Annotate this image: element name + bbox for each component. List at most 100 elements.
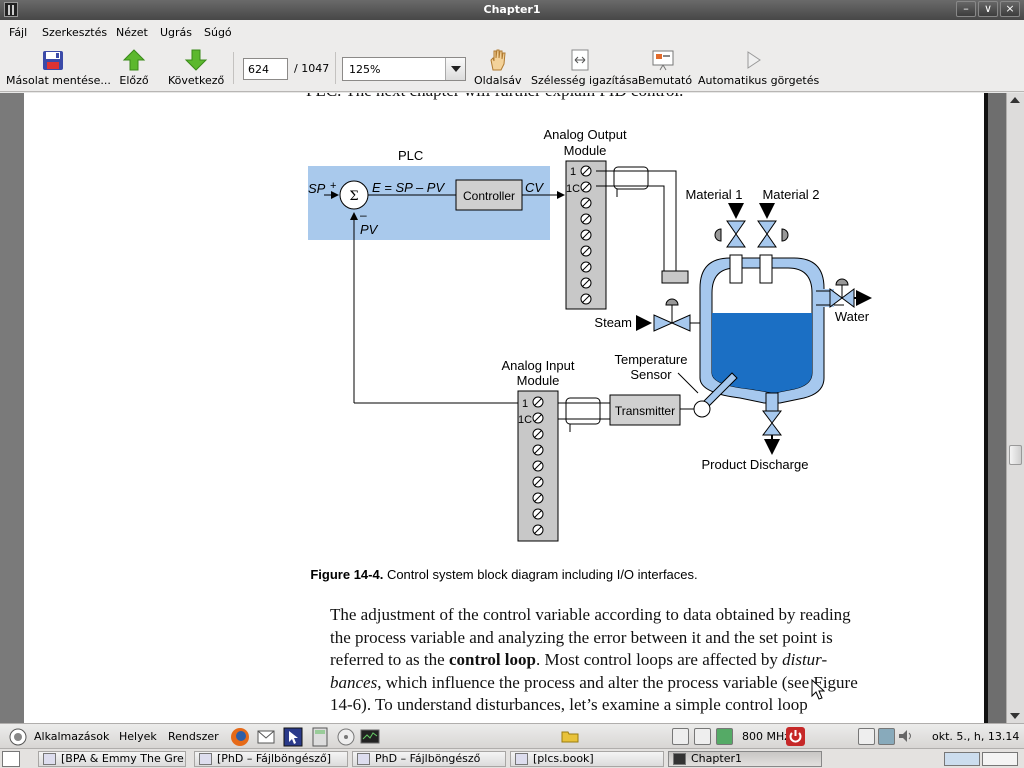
next-page-button[interactable]: Következő	[168, 48, 224, 87]
cv-label: CV	[525, 180, 544, 195]
italic-term: distur-	[782, 650, 828, 669]
save-icon	[43, 51, 63, 70]
italic-term: bances	[330, 673, 378, 692]
plus-sign: +	[330, 180, 336, 192]
transmitter-label: Transmitter	[615, 404, 675, 418]
paragraph-line-4: bances, which influence the process and …	[330, 672, 894, 695]
menu-file[interactable]: Fájl	[9, 26, 27, 39]
zoom-select[interactable]: 125%	[342, 57, 466, 81]
bold-term: control loop	[448, 650, 536, 669]
volume-icon[interactable]	[898, 729, 914, 743]
paragraph-line-1: The adjustment of the control variable a…	[330, 605, 851, 624]
window-titlebar[interactable]: Chapter1 – ∨ ×	[0, 0, 1024, 20]
system-monitor-icon[interactable]	[360, 727, 380, 747]
arrow-down-icon	[184, 49, 208, 71]
tray-icon[interactable]	[858, 728, 875, 745]
mouse-cursor-icon	[811, 679, 825, 700]
close-button[interactable]: ×	[1000, 1, 1020, 17]
fit-width-button[interactable]: Szélesség igazítása	[531, 48, 638, 87]
folder-icon[interactable]	[561, 729, 579, 743]
material-2-valve	[757, 220, 777, 248]
autoscroll-button[interactable]: Automatikus görgetés	[698, 48, 819, 87]
task-file-browser-2[interactable]: PhD – Fájlböngésző	[352, 751, 506, 767]
material-2-label: Material 2	[762, 187, 819, 202]
menubar: Fájl Szerkesztés Nézet Ugrás Súgó	[0, 20, 1024, 44]
previous-page-button[interactable]: Előző	[116, 48, 152, 87]
arrow-up-icon	[122, 49, 146, 71]
page-total: / 1047	[294, 62, 330, 75]
ai-module-label-2: Module	[517, 373, 560, 388]
minimize-button[interactable]: –	[956, 1, 976, 17]
paragraph-line-2: the process variable and analyzing the e…	[330, 628, 833, 647]
save-copy-label: Másolat mentése...	[6, 74, 111, 87]
page-gutter	[984, 93, 1006, 723]
toolbar-separator	[335, 52, 336, 84]
steam-label: Steam	[594, 315, 632, 330]
task-bpa[interactable]: [BPA & Emmy The Gre...	[38, 751, 186, 767]
apps-menu-icon[interactable]	[8, 727, 28, 747]
partial-text-line: PLC. The next chapter will further expla…	[306, 93, 766, 103]
network-icon[interactable]	[878, 728, 895, 745]
product-discharge-label: Product Discharge	[702, 457, 809, 472]
ao-module-label-1: Analog Output	[543, 127, 627, 142]
task-plcs-book[interactable]: [plcs.book]	[510, 751, 664, 767]
applications-menu[interactable]: Alkalmazások	[34, 730, 109, 743]
power-icon[interactable]	[786, 727, 805, 746]
disc-icon[interactable]	[336, 727, 356, 747]
temp-sensor-label-2: Sensor	[630, 367, 672, 382]
toolbar-separator	[233, 52, 234, 84]
workspace-2[interactable]	[982, 752, 1018, 766]
caption-text: Control system block diagram including I…	[383, 567, 698, 582]
menu-view[interactable]: Nézet	[116, 26, 148, 39]
calculator-icon[interactable]	[310, 727, 330, 747]
email-icon[interactable]	[256, 727, 276, 747]
scroll-up-icon[interactable]	[1010, 97, 1020, 103]
show-desktop-icon[interactable]	[2, 751, 20, 767]
document-viewer-icon	[673, 753, 686, 765]
places-menu[interactable]: Helyek	[119, 730, 157, 743]
vertical-scrollbar[interactable]	[1006, 93, 1024, 723]
task-file-browser-1[interactable]: [PhD – Fájlböngésző]	[194, 751, 348, 767]
menu-edit[interactable]: Szerkesztés	[42, 26, 107, 39]
clock[interactable]: okt. 5., h, 13.14	[932, 730, 1019, 743]
chevron-down-icon[interactable]	[445, 58, 465, 80]
control-diagram: PLC SP + Σ – PV E = SP – PV Controller C…	[308, 127, 872, 542]
save-copy-button[interactable]: Másolat mentése...	[6, 48, 111, 87]
tray-icon[interactable]	[672, 728, 689, 745]
task-label: [plcs.book]	[533, 752, 594, 765]
presentation-button[interactable]: Bemutató	[638, 48, 692, 87]
text-span: referred to as the	[330, 650, 449, 669]
document-viewport[interactable]: PLC. The next chapter will further expla…	[0, 93, 1024, 723]
valve-actuator	[661, 270, 689, 284]
ai-term-1c: 1C	[518, 414, 532, 426]
figure-caption: Figure 14-4. Control system block diagra…	[24, 567, 984, 582]
maximize-button[interactable]: ∨	[978, 1, 998, 17]
firefox-icon[interactable]	[230, 727, 250, 747]
top-panel: Alkalmazások Helyek Rendszer 800 MHz okt…	[0, 723, 1024, 748]
error-equation: E = SP – PV	[372, 180, 445, 195]
system-menu[interactable]: Rendszer	[168, 730, 219, 743]
scroll-thumb[interactable]	[1009, 445, 1022, 465]
play-icon	[747, 51, 761, 69]
caption-number: Figure 14-4.	[310, 567, 384, 582]
water-label: Water	[835, 309, 870, 324]
workspace-1[interactable]	[944, 752, 980, 766]
temp-sensor-label-1: Temperature	[615, 352, 688, 367]
cpu-chip-icon[interactable]	[716, 728, 733, 745]
paragraph-line-3: referred to as the control loop. Most co…	[330, 649, 894, 672]
task-chapter1[interactable]: Chapter1	[668, 751, 822, 767]
discharge-valve	[762, 410, 782, 436]
ai-term-1: 1	[522, 398, 528, 410]
ao-term-1: 1	[570, 166, 576, 178]
page-number-input[interactable]	[243, 58, 288, 80]
sidebar-button[interactable]: Oldalsáv	[474, 48, 521, 87]
pointer-tool-icon[interactable]	[283, 727, 303, 747]
document-page: PLC. The next chapter will further expla…	[24, 93, 984, 723]
task-label: [PhD – Fájlböngésző]	[217, 752, 331, 765]
toolbar: Másolat mentése... Előző Következő / 104…	[0, 44, 1024, 92]
scroll-down-icon[interactable]	[1010, 713, 1020, 719]
menu-go[interactable]: Ugrás	[160, 26, 192, 39]
menu-help[interactable]: Súgó	[204, 26, 232, 39]
tray-icon[interactable]	[694, 728, 711, 745]
text-span: , which influence the process and alter …	[377, 673, 858, 692]
